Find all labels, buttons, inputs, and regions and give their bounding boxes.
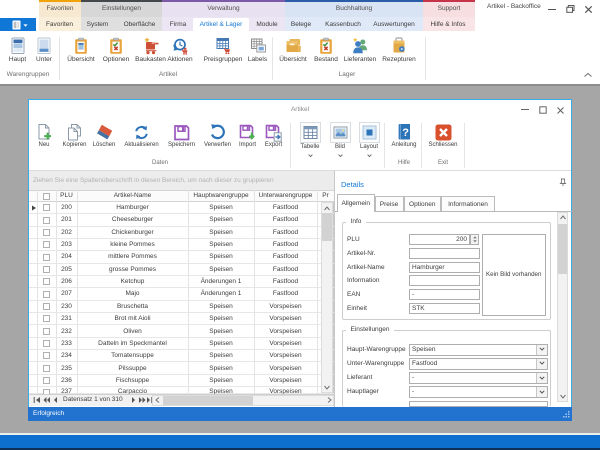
svg-text:?: ? (402, 127, 409, 139)
